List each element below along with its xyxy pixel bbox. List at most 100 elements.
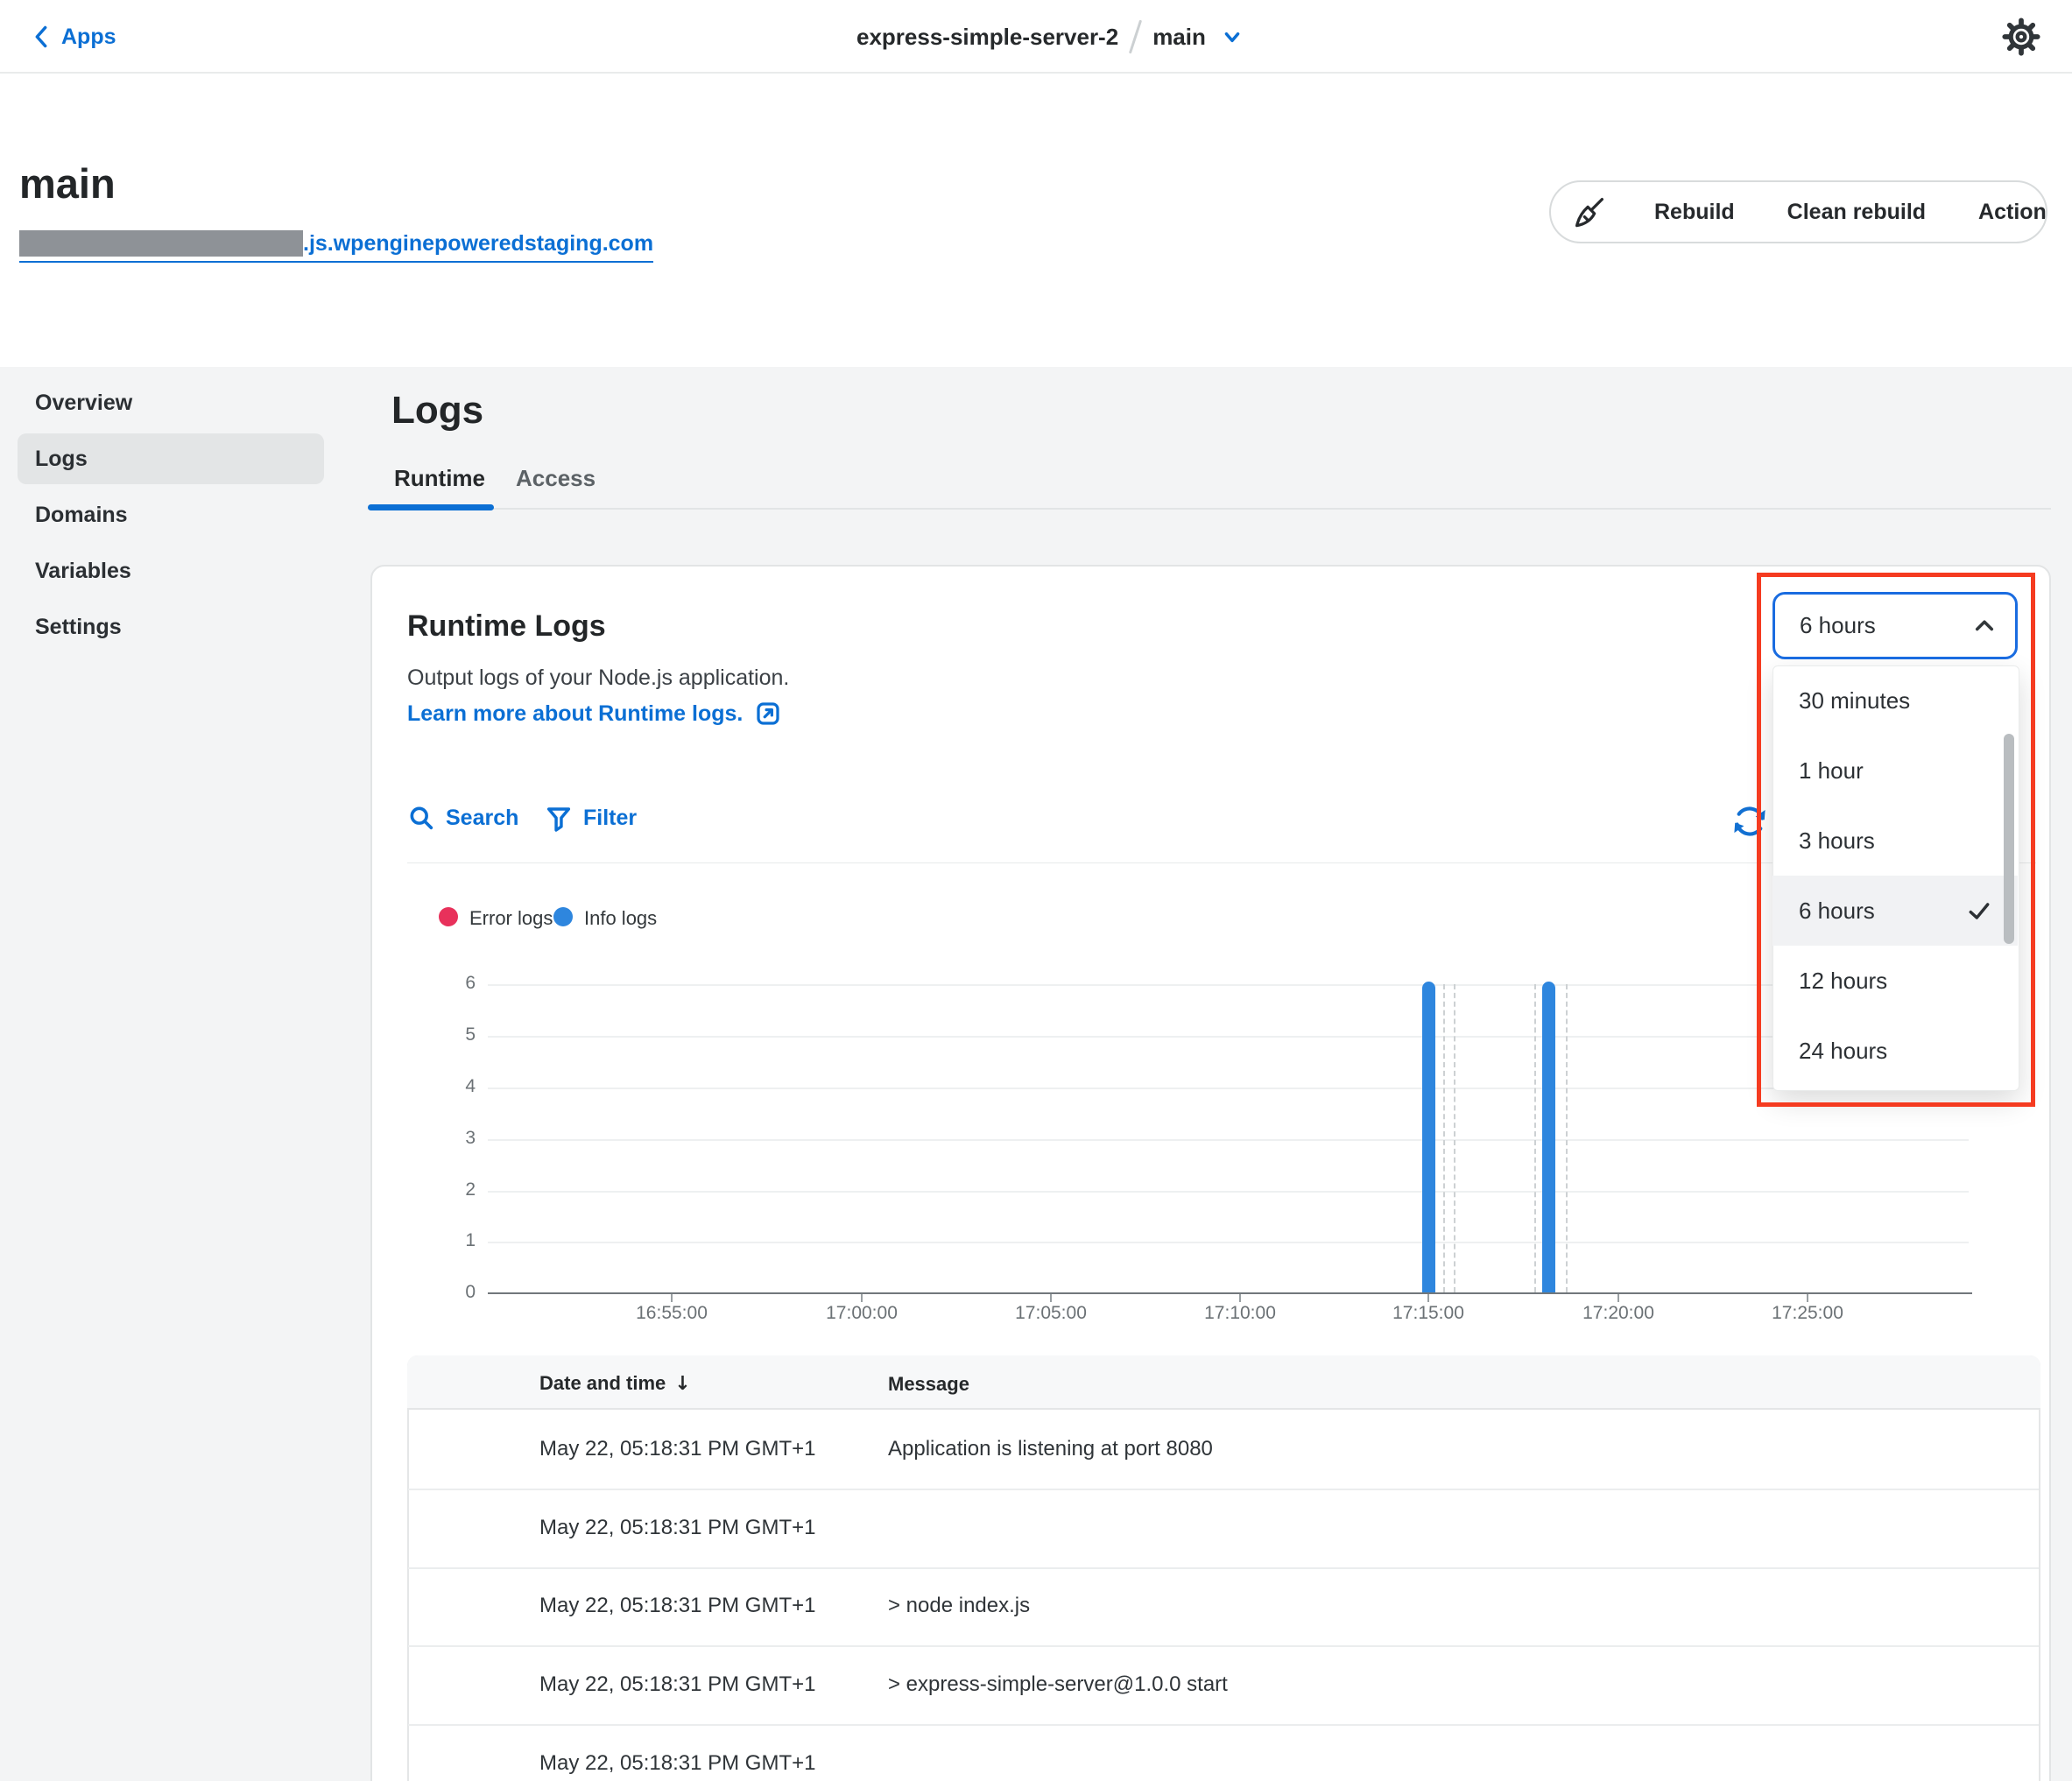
row-divider	[408, 1489, 2039, 1490]
column-label: Message	[888, 1373, 969, 1395]
gridline-2	[488, 1191, 1969, 1193]
chevron-left-icon	[32, 25, 51, 49]
app-url-link[interactable]: .js.wpenginepoweredstaging.com	[19, 226, 653, 263]
app-url-text: .js.wpenginepoweredstaging.com	[303, 231, 653, 257]
info-log-bar-1[interactable]	[1422, 982, 1435, 1293]
broom-icon	[1572, 194, 1607, 229]
tab-access[interactable]: Access	[516, 459, 596, 497]
info-log-bar-2[interactable]	[1542, 982, 1555, 1293]
table-row-time[interactable]: May 22, 05:18:31 PM GMT+1	[539, 1516, 815, 1540]
menu-scrollbar-thumb[interactable]	[2004, 734, 2014, 944]
y-tick-2: 2	[432, 1179, 476, 1200]
back-to-apps-link[interactable]: Apps	[32, 0, 116, 74]
x-tick-label: 17:05:00	[998, 1303, 1103, 1324]
gridline-1	[488, 1242, 1969, 1243]
y-tick-6: 6	[432, 973, 476, 994]
rebuild-button[interactable]: Rebuild	[1628, 182, 1761, 242]
back-label: Apps	[61, 25, 116, 50]
x-tick-mark	[1617, 1294, 1619, 1302]
y-tick-0: 0	[432, 1282, 476, 1303]
app-root: Apps express-simple-server-2 main main .…	[0, 0, 2072, 1781]
refresh-icon	[1730, 802, 1769, 841]
column-label: Date and time	[539, 1372, 666, 1395]
sidebar-label: Variables	[35, 559, 131, 584]
x-tick-mark	[1807, 1294, 1808, 1302]
clean-rebuild-button[interactable]: Clean rebuild	[1761, 182, 1952, 242]
actions-label: Actions	[1978, 200, 2047, 225]
refresh-button[interactable]	[1730, 802, 1769, 841]
chevron-down-icon[interactable]	[1222, 26, 1243, 47]
y-tick-5: 5	[432, 1024, 476, 1045]
x-tick-mark	[671, 1294, 673, 1302]
sidebar-item-overview[interactable]: Overview	[18, 377, 324, 428]
tab-label: Access	[516, 465, 596, 492]
menu-item-30-minutes[interactable]: 30 minutes	[1772, 665, 2018, 736]
tab-runtime[interactable]: Runtime	[394, 459, 485, 497]
external-link-icon	[755, 700, 781, 727]
sidebar-item-logs[interactable]: Logs	[18, 433, 324, 484]
section-heading: Logs	[391, 389, 483, 433]
table-row-message: > express-simple-server@1.0.0 start	[888, 1672, 1228, 1697]
time-range-selected-value: 6 hours	[1800, 612, 1876, 639]
header-action-group: Rebuild Clean rebuild Actions	[1549, 180, 2047, 243]
column-header-message: Message	[888, 1373, 969, 1396]
actions-menu-button[interactable]: Actions	[1952, 182, 2047, 242]
menu-item-12-hours[interactable]: 12 hours	[1772, 946, 2018, 1016]
rebuild-label: Rebuild	[1654, 200, 1735, 225]
page-title: main	[19, 159, 116, 208]
sidebar-item-variables[interactable]: Variables	[18, 546, 324, 596]
redacted-url-segment	[19, 230, 303, 257]
x-axis-line	[488, 1292, 1972, 1294]
time-range-select[interactable]: 6 hours	[1772, 592, 2018, 659]
x-tick-mark	[1239, 1294, 1241, 1302]
learn-more-link[interactable]: Learn more about Runtime logs.	[407, 700, 781, 727]
menu-item-3-hours[interactable]: 3 hours	[1772, 806, 2018, 876]
search-button[interactable]: Search	[407, 804, 518, 832]
sidebar-item-domains[interactable]: Domains	[18, 489, 324, 540]
legend-dot-error	[439, 907, 458, 926]
table-row-time[interactable]: May 22, 05:18:31 PM GMT+1	[539, 1437, 815, 1461]
settings-gear-button[interactable]	[1998, 14, 2044, 60]
breadcrumb: express-simple-server-2 main	[856, 0, 1243, 74]
x-tick-label: 17:10:00	[1188, 1303, 1293, 1324]
menu-item-6-hours[interactable]: 6 hours	[1772, 876, 2018, 946]
check-icon	[1967, 898, 1991, 923]
search-label: Search	[446, 806, 518, 831]
card-title: Runtime Logs	[407, 609, 606, 644]
breadcrumb-app-name: express-simple-server-2	[856, 24, 1118, 51]
x-tick-mark	[1427, 1294, 1429, 1302]
table-row-time[interactable]: May 22, 05:18:31 PM GMT+1	[539, 1594, 815, 1618]
column-header-datetime[interactable]: Date and time ↓	[539, 1366, 691, 1401]
y-tick-3: 3	[432, 1128, 476, 1149]
menu-item-1-hour[interactable]: 1 hour	[1772, 736, 2018, 806]
dashed-marker	[1443, 984, 1445, 1292]
gridline-5	[488, 1036, 1969, 1038]
filter-icon	[545, 804, 573, 832]
sort-desc-icon: ↓	[674, 1373, 690, 1395]
legend-dot-info	[553, 907, 573, 926]
filter-label: Filter	[583, 806, 637, 831]
x-tick-label: 17:20:00	[1566, 1303, 1671, 1324]
menu-item-label: 12 hours	[1799, 968, 1887, 995]
sidebar-label: Domains	[35, 503, 128, 528]
table-row-time[interactable]: May 22, 05:18:31 PM GMT+1	[539, 1751, 815, 1776]
x-tick-label: 17:15:00	[1376, 1303, 1481, 1324]
row-divider	[408, 1724, 2039, 1726]
table-row-time[interactable]: May 22, 05:18:31 PM GMT+1	[539, 1672, 815, 1697]
gridline-6	[488, 984, 1969, 986]
sidebar-item-settings[interactable]: Settings	[18, 602, 324, 652]
card-description: Output logs of your Node.js application.	[407, 665, 789, 691]
gear-icon	[2001, 17, 2041, 57]
x-tick-mark	[861, 1294, 863, 1302]
x-tick-label: 17:25:00	[1755, 1303, 1860, 1324]
active-tab-underline	[368, 504, 494, 510]
breadcrumb-separator	[1129, 20, 1142, 54]
menu-item-label: 3 hours	[1799, 827, 1875, 855]
gridline-4	[488, 1088, 1969, 1089]
menu-item-24-hours[interactable]: 24 hours	[1772, 1016, 2018, 1086]
clean-cache-button[interactable]	[1551, 182, 1628, 242]
menu-item-label: 30 minutes	[1799, 687, 1910, 715]
filter-button[interactable]: Filter	[545, 804, 637, 832]
environment-label: main	[1152, 24, 1206, 51]
sidebar-label: Overview	[35, 391, 132, 416]
